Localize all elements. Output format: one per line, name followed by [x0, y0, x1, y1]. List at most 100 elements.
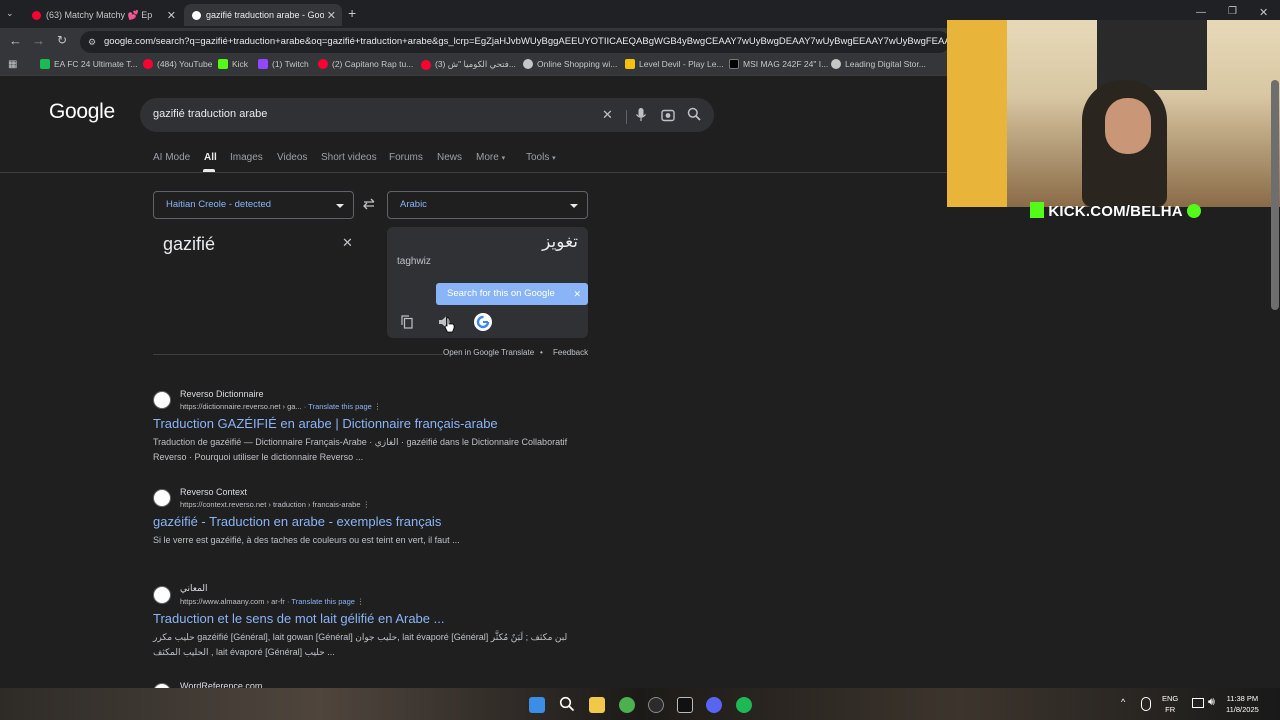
- bookmark-youtube[interactable]: (484) YouTube: [143, 59, 212, 69]
- swap-languages-icon[interactable]: [362, 197, 376, 211]
- spotify-icon[interactable]: [736, 697, 752, 713]
- url-text: google.com/search?q=gazifié+traduction+a…: [104, 36, 950, 47]
- ea-icon: [40, 59, 50, 69]
- tab-all[interactable]: All: [204, 152, 217, 163]
- google-icon: [192, 10, 201, 20]
- bookmark-level-devil[interactable]: Level Devil - Play Le...: [625, 59, 724, 69]
- result-url[interactable]: https://context.reverso.net › traduction…: [180, 500, 370, 509]
- chrome-icon[interactable]: [619, 697, 635, 713]
- result-site-name: Reverso Context: [180, 487, 248, 497]
- kick-icon: [218, 59, 228, 69]
- forward-arrow-icon[interactable]: →: [32, 33, 45, 48]
- tab-short-videos[interactable]: Short videos: [321, 152, 377, 163]
- browser-window: { "tabs": [ {"title": "(63) Matchy Match…: [0, 0, 1280, 720]
- tab-forums[interactable]: Forums: [389, 152, 423, 163]
- site-info-icon[interactable]: ⚙: [88, 31, 96, 53]
- bookmark-kick[interactable]: Kick: [218, 59, 248, 69]
- search-input[interactable]: gazifié traduction arabe: [153, 108, 267, 120]
- bookmark-capitano[interactable]: (2) Capitano Rap tu...: [318, 59, 413, 69]
- bookmark-twitch[interactable]: (1) Twitch: [258, 59, 309, 69]
- more-options-icon[interactable]: ⋮: [357, 597, 365, 606]
- tab-images[interactable]: Images: [230, 152, 263, 163]
- scrollbar[interactable]: [1271, 80, 1279, 310]
- face: [1105, 98, 1151, 154]
- dropdown-caret-icon: [570, 204, 578, 208]
- copy-icon[interactable]: [401, 315, 413, 329]
- close-icon[interactable]: ✕: [327, 9, 336, 22]
- reload-icon[interactable]: ↻: [57, 33, 67, 47]
- system-clock[interactable]: 11:38 PM 11/8/2025: [1226, 693, 1259, 715]
- obs-icon[interactable]: [648, 697, 664, 713]
- tab-tools[interactable]: Tools ▾: [526, 152, 556, 163]
- reverso-context-favicon: [153, 489, 171, 507]
- tab-more[interactable]: More ▾: [476, 152, 505, 163]
- tab-videos[interactable]: Videos: [277, 152, 307, 163]
- kick-logo-icon: [1030, 202, 1044, 218]
- feedback-link[interactable]: Feedback: [553, 348, 588, 357]
- clear-icon[interactable]: ✕: [602, 107, 613, 123]
- poster-wall: [1097, 20, 1207, 90]
- tray-chevron-icon[interactable]: ^: [1121, 697, 1125, 707]
- almaany-favicon: [153, 586, 171, 604]
- tab-news[interactable]: News: [437, 152, 462, 163]
- microphone-tray-icon[interactable]: [1141, 697, 1151, 711]
- open-in-translate-link[interactable]: Open in Google Translate: [443, 348, 534, 357]
- google-logo[interactable]: Google: [49, 100, 115, 124]
- source-text[interactable]: gazifié: [163, 234, 215, 255]
- language-indicator[interactable]: ENG FR: [1162, 693, 1178, 715]
- tab-youtube[interactable]: (63) Matchy Matchy 💕 Ep 66: ✕: [24, 4, 182, 26]
- result-snippet: Si le verre est gazéifié, à des taches d…: [153, 535, 460, 545]
- bookmark-ea-fc[interactable]: EA FC 24 Ultimate T...: [40, 59, 137, 69]
- tab-google-search[interactable]: gazifié traduction arabe - Goog ✕: [184, 4, 342, 26]
- discord-icon[interactable]: [706, 697, 722, 713]
- network-icon[interactable]: [1192, 698, 1204, 708]
- result-snippet: حليب مكرر gazéifié [Général], lait gowan…: [153, 632, 568, 657]
- tab-ai-mode[interactable]: AI Mode: [153, 152, 190, 163]
- dropdown-caret-icon: [336, 204, 344, 208]
- minimize-icon[interactable]: —: [1196, 7, 1206, 18]
- bookmark-shopping[interactable]: Online Shopping wi...: [523, 59, 617, 69]
- clear-source-icon[interactable]: ✕: [342, 235, 353, 251]
- twitch-icon: [258, 59, 268, 69]
- more-options-icon[interactable]: ⋮: [374, 402, 382, 411]
- volume-icon[interactable]: 🔊︎: [1208, 696, 1215, 709]
- microphone-icon[interactable]: [635, 107, 647, 123]
- google-g-icon[interactable]: [474, 313, 492, 331]
- bookmark-fathi[interactable]: (3) فتحي الكوميا "ش...: [421, 59, 516, 70]
- divider: [626, 110, 627, 124]
- address-bar[interactable]: ⚙ google.com/search?q=gazifié+traduction…: [80, 31, 950, 53]
- close-icon[interactable]: ✕: [167, 9, 176, 22]
- search-icon[interactable]: [687, 107, 701, 121]
- result-url[interactable]: https://dictionnaire.reverso.net › ga...…: [180, 402, 381, 411]
- msi-icon: [729, 59, 739, 69]
- lens-camera-icon[interactable]: [661, 108, 675, 122]
- new-tab-button[interactable]: +: [348, 5, 356, 21]
- search-on-google-tooltip[interactable]: Search for this on Google ✕: [436, 283, 588, 305]
- webcam-overlay: [947, 20, 1280, 207]
- translate-page-link[interactable]: · Translate this page: [287, 597, 355, 606]
- translate-page-link[interactable]: · Translate this page: [304, 402, 372, 411]
- file-explorer-icon[interactable]: [589, 697, 605, 713]
- target-language-select[interactable]: Arabic: [387, 191, 588, 219]
- more-options-icon[interactable]: ⋮: [363, 500, 371, 509]
- result-url[interactable]: https://www.almaany.com › ar-fr · Transl…: [180, 597, 365, 606]
- store-icon: [831, 59, 841, 69]
- tab-search-chevron-icon[interactable]: ⌄: [6, 8, 14, 19]
- separator-dot: •: [540, 348, 543, 357]
- result-title[interactable]: Traduction GAZÉIFIÉ en arabe | Dictionna…: [153, 416, 498, 431]
- result-title[interactable]: gazéifié - Traduction en arabe - exemple…: [153, 514, 441, 529]
- bookmark-leading-digital[interactable]: Leading Digital Stor...: [831, 59, 926, 69]
- bookmark-msi[interactable]: MSI MAG 242F 24" I...: [729, 59, 828, 69]
- close-window-icon[interactable]: ✕: [1259, 6, 1268, 19]
- translate-divider: [153, 354, 443, 355]
- maximize-icon[interactable]: ❐: [1228, 6, 1237, 17]
- close-icon[interactable]: ✕: [573, 283, 581, 305]
- start-icon[interactable]: [529, 697, 545, 713]
- back-arrow-icon[interactable]: ←: [9, 33, 22, 48]
- search-icon[interactable]: [559, 696, 575, 712]
- epic-games-icon[interactable]: [677, 697, 693, 713]
- apps-icon[interactable]: ▦: [8, 59, 17, 70]
- kick-overlay-label: KICK.COM/BELHA: [1030, 202, 1201, 220]
- result-title[interactable]: Traduction et le sens de mot lait gélifi…: [153, 611, 444, 626]
- source-language-select[interactable]: Haitian Creole - detected: [153, 191, 354, 219]
